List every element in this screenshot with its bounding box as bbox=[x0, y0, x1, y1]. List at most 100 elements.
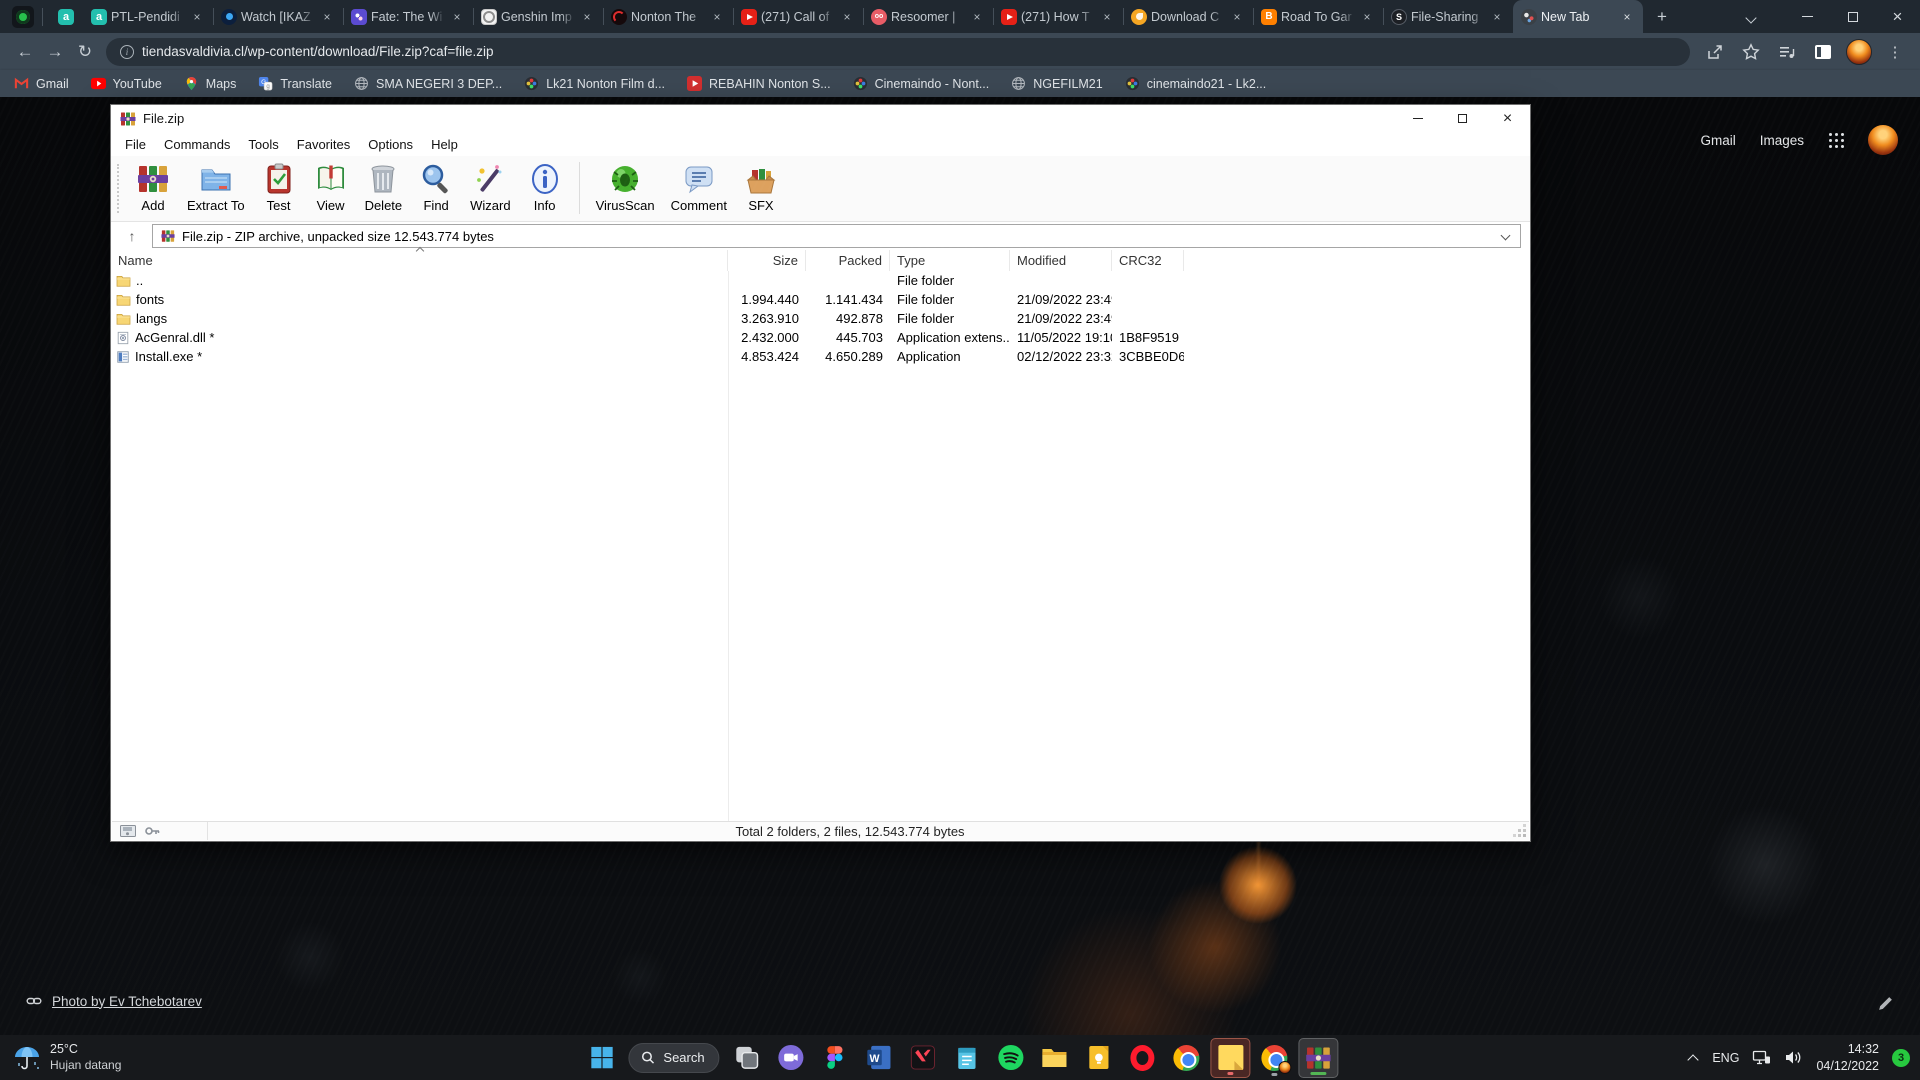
file-row-langs[interactable]: langs 3.263.910 492.878 File folder 21/0… bbox=[111, 309, 1530, 328]
archive-path-combobox[interactable]: File.zip - ZIP archive, unpacked size 12… bbox=[152, 224, 1521, 248]
menu-file[interactable]: File bbox=[116, 134, 155, 155]
tab-ptl-pendidi[interactable]: PTL-Pendidi bbox=[83, 0, 213, 33]
winrar-maximize-button[interactable] bbox=[1440, 105, 1485, 132]
address-bar[interactable]: tiendasvaldivia.cl/wp-content/download/F… bbox=[106, 38, 1690, 66]
new-tab-button[interactable] bbox=[1649, 4, 1675, 30]
window-close-button[interactable] bbox=[1875, 0, 1920, 33]
info-button[interactable]: Info bbox=[519, 159, 571, 216]
wallpaper-photo-credit[interactable]: Photo by Ev Tchebotarev bbox=[26, 993, 202, 1009]
tab-call-of[interactable]: (271) Call of bbox=[733, 0, 863, 33]
google-apps-grid-icon[interactable] bbox=[1828, 132, 1844, 148]
taskbar-chrome-profile[interactable] bbox=[1255, 1038, 1295, 1078]
window-maximize-button[interactable] bbox=[1830, 0, 1875, 33]
tab-watch-ikaz[interactable]: Watch [IKAZ bbox=[213, 0, 343, 33]
tab-close-icon[interactable] bbox=[1229, 9, 1245, 25]
clock-widget[interactable]: 14:32 04/12/2022 bbox=[1816, 1041, 1879, 1074]
winrar-minimize-button[interactable] bbox=[1395, 105, 1440, 132]
tab-road-to[interactable]: Road To Gar bbox=[1253, 0, 1383, 33]
winrar-close-button[interactable] bbox=[1485, 105, 1530, 132]
extract-to-button[interactable]: Extract To bbox=[179, 159, 253, 216]
tab-close-icon[interactable] bbox=[1489, 9, 1505, 25]
gmail-link[interactable]: Gmail bbox=[1700, 133, 1735, 148]
browser-menu-icon[interactable] bbox=[1880, 37, 1910, 67]
column-header-packed[interactable]: Packed bbox=[806, 250, 890, 271]
delete-button[interactable]: Delete bbox=[357, 159, 411, 216]
share-icon[interactable] bbox=[1700, 37, 1730, 67]
drive-icon[interactable] bbox=[120, 825, 136, 837]
browser-app-icon[interactable] bbox=[12, 6, 34, 28]
tab-close-icon[interactable] bbox=[709, 9, 725, 25]
volume-icon[interactable] bbox=[1784, 1050, 1803, 1065]
menu-help[interactable]: Help bbox=[422, 134, 467, 155]
taskbar-sticky-notes[interactable] bbox=[1211, 1038, 1251, 1078]
tab-close-icon[interactable] bbox=[1619, 9, 1635, 25]
tab-new-tab[interactable]: New Tab bbox=[1513, 0, 1643, 33]
pinned-tab[interactable] bbox=[49, 0, 83, 33]
tab-file-sharing[interactable]: File-Sharing bbox=[1383, 0, 1513, 33]
combo-dropdown-icon[interactable] bbox=[1501, 232, 1510, 241]
bookmark-youtube[interactable]: YouTube bbox=[91, 76, 162, 91]
taskbar-word[interactable]: W bbox=[859, 1038, 899, 1078]
taskbar-notepad[interactable] bbox=[947, 1038, 987, 1078]
taskbar-opera[interactable] bbox=[1123, 1038, 1163, 1078]
customize-wallpaper-pencil-icon[interactable] bbox=[1877, 995, 1894, 1017]
view-button[interactable]: View bbox=[305, 159, 357, 216]
file-row-fonts[interactable]: fonts 1.994.440 1.141.434 File folder 21… bbox=[111, 290, 1530, 309]
tab-genshin[interactable]: Genshin Imp bbox=[473, 0, 603, 33]
taskbar-keep-notes[interactable] bbox=[1079, 1038, 1119, 1078]
reload-icon[interactable]: ↻ bbox=[70, 37, 100, 67]
input-language[interactable]: ENG bbox=[1712, 1051, 1739, 1065]
sfx-button[interactable]: SFX bbox=[735, 159, 787, 216]
virusscan-button[interactable]: VirusScan bbox=[588, 159, 663, 216]
tray-overflow-chevron-icon[interactable] bbox=[1687, 1053, 1699, 1063]
comment-button[interactable]: Comment bbox=[663, 159, 735, 216]
tab-close-icon[interactable] bbox=[1359, 9, 1375, 25]
profile-avatar[interactable] bbox=[1844, 37, 1874, 67]
key-icon[interactable] bbox=[144, 825, 160, 837]
test-button[interactable]: Test bbox=[253, 159, 305, 216]
column-header-size[interactable]: Size bbox=[728, 250, 806, 271]
taskbar-valorant[interactable] bbox=[903, 1038, 943, 1078]
bookmark-ngefilm21[interactable]: NGEFILM21 bbox=[1011, 76, 1102, 91]
forward-icon[interactable]: → bbox=[40, 37, 70, 67]
bookmark-maps[interactable]: Maps bbox=[184, 76, 237, 91]
taskbar-chat[interactable] bbox=[771, 1038, 811, 1078]
window-minimize-button[interactable] bbox=[1785, 0, 1830, 33]
bookmark-rebahin[interactable]: REBAHIN Nonton S... bbox=[687, 76, 831, 91]
bookmark-lk21[interactable]: Lk21 Nonton Film d... bbox=[524, 76, 665, 91]
menu-options[interactable]: Options bbox=[359, 134, 422, 155]
bookmark-star-icon[interactable] bbox=[1736, 37, 1766, 67]
bookmark-cinemaindo21[interactable]: cinemaindo21 - Lk2... bbox=[1125, 76, 1267, 91]
start-button[interactable] bbox=[581, 1038, 621, 1078]
back-icon[interactable]: ← bbox=[10, 37, 40, 67]
file-row-acgenral-dll[interactable]: AcGenral.dll * 2.432.000 445.703 Applica… bbox=[111, 328, 1530, 347]
file-row-parent[interactable]: .. File folder bbox=[111, 271, 1530, 290]
tab-close-icon[interactable] bbox=[969, 9, 985, 25]
resize-grip[interactable] bbox=[1514, 825, 1526, 837]
winrar-title-bar[interactable]: File.zip bbox=[111, 105, 1530, 132]
bookmark-gmail[interactable]: Gmail bbox=[14, 76, 69, 91]
tab-how-to[interactable]: (271) How T bbox=[993, 0, 1123, 33]
menu-favorites[interactable]: Favorites bbox=[288, 134, 359, 155]
up-one-level-icon[interactable] bbox=[118, 224, 146, 248]
side-panel-icon[interactable] bbox=[1808, 37, 1838, 67]
taskbar-search[interactable]: Search bbox=[628, 1043, 719, 1073]
tab-close-icon[interactable] bbox=[839, 9, 855, 25]
menu-tools[interactable]: Tools bbox=[239, 134, 287, 155]
file-row-install-exe[interactable]: Install.exe * 4.853.424 4.650.289 Applic… bbox=[111, 347, 1530, 366]
wizard-button[interactable]: Wizard bbox=[462, 159, 518, 216]
column-header-type[interactable]: Type bbox=[890, 250, 1010, 271]
taskbar-task-view[interactable] bbox=[727, 1038, 767, 1078]
taskbar-winrar[interactable] bbox=[1299, 1038, 1339, 1078]
tab-search-chevron-icon[interactable] bbox=[1747, 12, 1757, 22]
bookmark-translate[interactable]: GgTranslate bbox=[258, 76, 332, 91]
find-button[interactable]: Find bbox=[410, 159, 462, 216]
menu-commands[interactable]: Commands bbox=[155, 134, 239, 155]
taskbar-file-explorer[interactable] bbox=[1035, 1038, 1075, 1078]
taskbar-weather-widget[interactable]: 25°C Hujan datang bbox=[12, 1042, 121, 1073]
bookmark-sma-negeri[interactable]: SMA NEGERI 3 DEP... bbox=[354, 76, 502, 91]
add-button[interactable]: Add bbox=[127, 159, 179, 216]
google-account-avatar[interactable] bbox=[1868, 125, 1898, 155]
tab-download[interactable]: Download C bbox=[1123, 0, 1253, 33]
tab-close-icon[interactable] bbox=[319, 9, 335, 25]
